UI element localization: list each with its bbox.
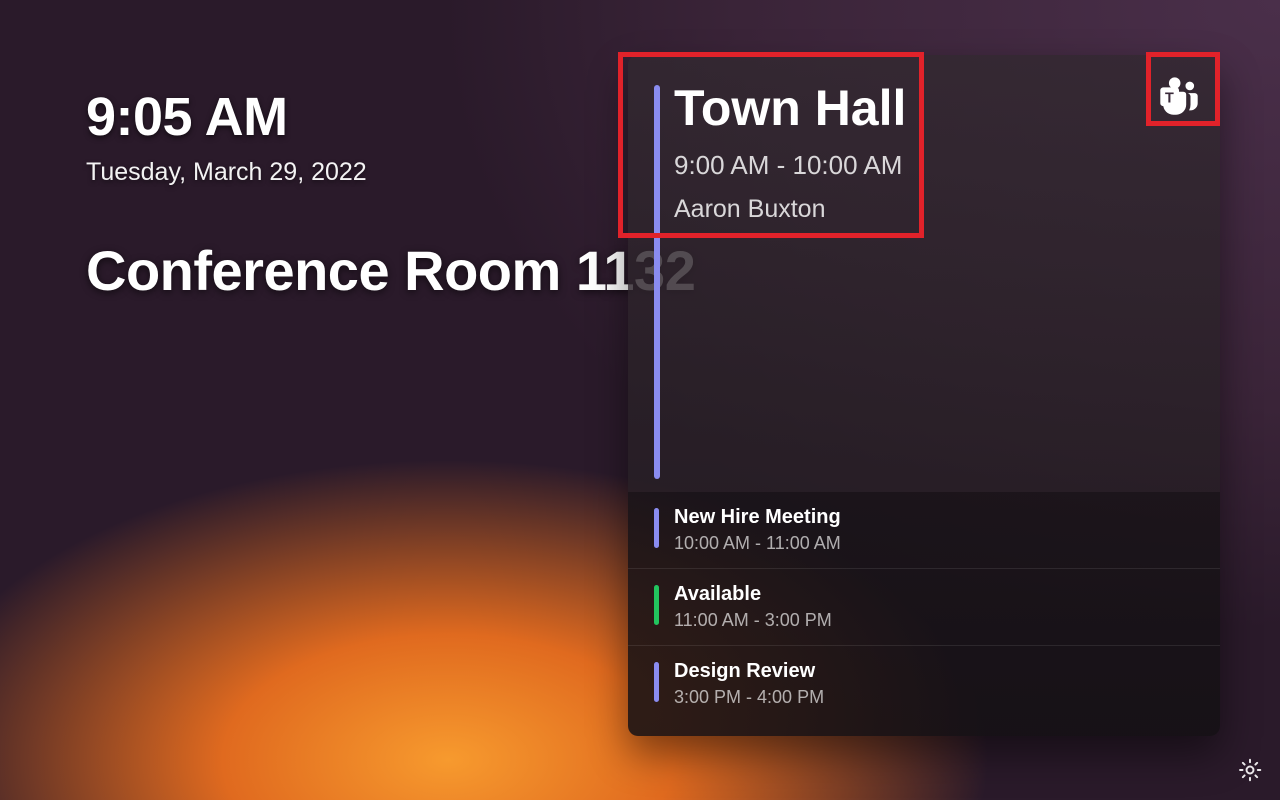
svg-text:T: T <box>1165 90 1174 106</box>
upcoming-item-title: Available <box>674 583 1190 606</box>
upcoming-item-time: 3:00 PM - 4:00 PM <box>674 687 1190 708</box>
upcoming-item-title: New Hire Meeting <box>674 506 1190 529</box>
current-meeting-time: 9:00 AM - 10:00 AM <box>674 150 1190 181</box>
clock-date: Tuesday, March 29, 2022 <box>86 158 695 187</box>
status-bar-busy <box>654 662 659 702</box>
gear-icon <box>1237 757 1263 788</box>
current-meeting-title: Town Hall <box>674 81 1190 136</box>
upcoming-item-time: 10:00 AM - 11:00 AM <box>674 533 1190 554</box>
upcoming-item-time: 11:00 AM - 3:00 PM <box>674 610 1190 631</box>
settings-button[interactable] <box>1232 754 1268 790</box>
schedule-panel: Town Hall 9:00 AM - 10:00 AM Aaron Buxto… <box>628 55 1220 736</box>
upcoming-item[interactable]: Available 11:00 AM - 3:00 PM <box>628 569 1220 646</box>
clock-time: 9:05 AM <box>86 86 695 148</box>
upcoming-item[interactable]: Design Review 3:00 PM - 4:00 PM <box>628 646 1220 722</box>
room-info-block: 9:05 AM Tuesday, March 29, 2022 Conferen… <box>86 86 695 305</box>
current-meeting-organizer: Aaron Buxton <box>674 195 1190 224</box>
upcoming-item-title: Design Review <box>674 660 1190 683</box>
current-meeting-card[interactable]: Town Hall 9:00 AM - 10:00 AM Aaron Buxto… <box>628 55 1220 492</box>
status-bar-free <box>654 585 659 625</box>
upcoming-list: New Hire Meeting 10:00 AM - 11:00 AM Ava… <box>628 492 1220 736</box>
upcoming-item[interactable]: New Hire Meeting 10:00 AM - 11:00 AM <box>628 492 1220 569</box>
current-meeting-accent <box>654 85 660 479</box>
status-bar-busy <box>654 508 659 548</box>
teams-icon: T <box>1156 73 1202 119</box>
room-name: Conference Room 1132 <box>86 237 695 305</box>
